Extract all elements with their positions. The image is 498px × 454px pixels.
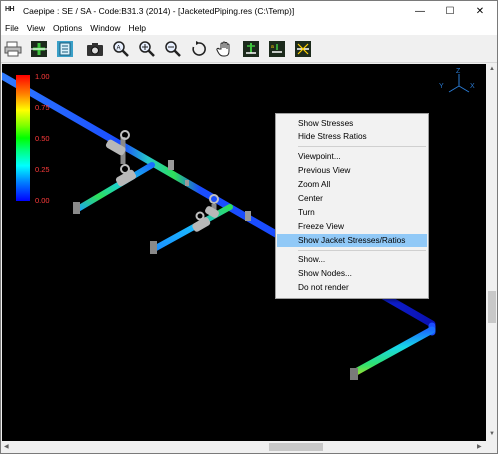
app-icon: HH bbox=[5, 6, 15, 13]
vertical-scroll-thumb[interactable] bbox=[488, 291, 496, 323]
valve-handwheel-4 bbox=[195, 211, 205, 221]
flange-1 bbox=[168, 160, 174, 170]
show-node-icon bbox=[295, 41, 311, 57]
menu-separator bbox=[298, 250, 426, 251]
menu-bar: File View Options Window Help bbox=[1, 21, 497, 35]
menu-item-do-not-render[interactable]: Do not render bbox=[277, 281, 427, 294]
close-icon: ✕ bbox=[475, 5, 485, 17]
svg-text:A: A bbox=[117, 46, 121, 52]
scroll-up-icon[interactable]: ▲ bbox=[489, 66, 495, 72]
stress-ratio-color-legend bbox=[16, 75, 30, 201]
legend-label-max: 1.00 bbox=[35, 72, 50, 81]
print-icon bbox=[4, 41, 22, 57]
add-node-button[interactable] bbox=[29, 39, 49, 59]
menu-item-freeze-view[interactable]: Freeze View bbox=[277, 220, 427, 233]
menu-item-show-stresses[interactable]: Show Stresses bbox=[277, 117, 427, 130]
scroll-right-icon[interactable]: ▶ bbox=[477, 443, 482, 450]
pan-icon bbox=[216, 41, 230, 57]
camera-icon bbox=[87, 43, 103, 56]
branch-flange-1 bbox=[73, 202, 80, 214]
menu-options[interactable]: Options bbox=[53, 23, 82, 33]
title-bar[interactable]: HH Caepipe : SE / SA - Code:B31.3 (2014)… bbox=[1, 1, 497, 21]
menu-item-show[interactable]: Show... bbox=[277, 253, 427, 266]
zoom-window-icon: A bbox=[113, 41, 129, 57]
menu-file[interactable]: File bbox=[5, 23, 19, 33]
menu-item-zoom-all[interactable]: Zoom All bbox=[277, 178, 427, 191]
menu-window[interactable]: Window bbox=[90, 23, 120, 33]
support-1 bbox=[185, 180, 189, 186]
svg-text:a: a bbox=[271, 44, 274, 50]
axis-z-label: Z bbox=[456, 68, 461, 75]
rotate-icon bbox=[192, 41, 206, 56]
camera-button[interactable] bbox=[85, 39, 105, 59]
show-section-icon: a bbox=[269, 41, 285, 57]
add-node-icon bbox=[31, 41, 47, 57]
legend-label-min: 0.00 bbox=[35, 196, 50, 205]
print-button[interactable] bbox=[3, 39, 23, 59]
horizontal-scroll-thumb[interactable] bbox=[269, 443, 323, 451]
flange-2 bbox=[245, 211, 251, 221]
context-menu: Show Stresses Hide Stress Ratios Viewpoi… bbox=[275, 113, 429, 299]
maximize-button[interactable]: ☐ bbox=[435, 1, 465, 21]
menu-item-hide-stress-ratios[interactable]: Hide Stress Ratios bbox=[277, 130, 427, 143]
toolbar: A a bbox=[1, 35, 497, 63]
legend-label-050: 0.50 bbox=[35, 134, 50, 143]
show-node-button[interactable] bbox=[293, 39, 313, 59]
menu-item-previous-view[interactable]: Previous View bbox=[277, 164, 427, 177]
scroll-left-icon[interactable]: ◀ bbox=[4, 443, 9, 450]
menu-item-show-jacket-stresses-ratios[interactable]: Show Jacket Stresses/Ratios bbox=[277, 234, 427, 247]
notes-icon bbox=[57, 41, 73, 57]
menu-item-turn[interactable]: Turn bbox=[277, 206, 427, 219]
outlet-pipe bbox=[350, 326, 436, 377]
legend-label-025: 0.25 bbox=[35, 165, 50, 174]
axis-x-label: X bbox=[470, 83, 475, 90]
show-support-icon bbox=[243, 41, 259, 57]
menu-view[interactable]: View bbox=[27, 23, 45, 33]
maximize-icon: ☐ bbox=[445, 5, 455, 17]
coordinate-axes-icon: Z Y X bbox=[439, 68, 475, 93]
application-window: HH Caepipe : SE / SA - Code:B31.3 (2014)… bbox=[0, 0, 498, 454]
zoom-window-button[interactable]: A bbox=[111, 39, 131, 59]
horizontal-scrollbar[interactable]: ◀ ▶ bbox=[2, 441, 486, 453]
vertical-scrollbar[interactable]: ▲ ▼ bbox=[486, 64, 497, 441]
menu-item-viewpoint[interactable]: Viewpoint... bbox=[277, 150, 427, 163]
zoom-out-button[interactable] bbox=[163, 39, 183, 59]
window-title: Caepipe : SE / SA - Code:B31.3 (2014) - … bbox=[23, 6, 295, 16]
legend-label-075: 0.75 bbox=[35, 103, 50, 112]
pan-button[interactable] bbox=[215, 39, 235, 59]
notes-button[interactable] bbox=[55, 39, 75, 59]
zoom-in-button[interactable] bbox=[137, 39, 157, 59]
branch-flange-2 bbox=[150, 241, 157, 254]
zoom-in-icon bbox=[139, 41, 155, 57]
minimize-icon: — bbox=[415, 5, 425, 17]
axis-y-label: Y bbox=[439, 83, 444, 90]
rotate-button[interactable] bbox=[189, 39, 209, 59]
zoom-out-icon bbox=[165, 41, 181, 57]
menu-item-center[interactable]: Center bbox=[277, 192, 427, 205]
close-button[interactable]: ✕ bbox=[465, 1, 495, 21]
show-section-button[interactable]: a bbox=[267, 39, 287, 59]
scroll-down-icon[interactable]: ▼ bbox=[489, 431, 495, 437]
scrollbar-corner bbox=[486, 441, 497, 453]
branch-pipe-1 bbox=[73, 162, 155, 213]
menu-item-show-nodes[interactable]: Show Nodes... bbox=[277, 267, 427, 280]
menu-help[interactable]: Help bbox=[129, 23, 146, 33]
menu-separator bbox=[298, 146, 426, 147]
outlet-flange bbox=[350, 368, 358, 380]
minimize-button[interactable]: — bbox=[405, 1, 435, 21]
show-support-button[interactable] bbox=[241, 39, 261, 59]
